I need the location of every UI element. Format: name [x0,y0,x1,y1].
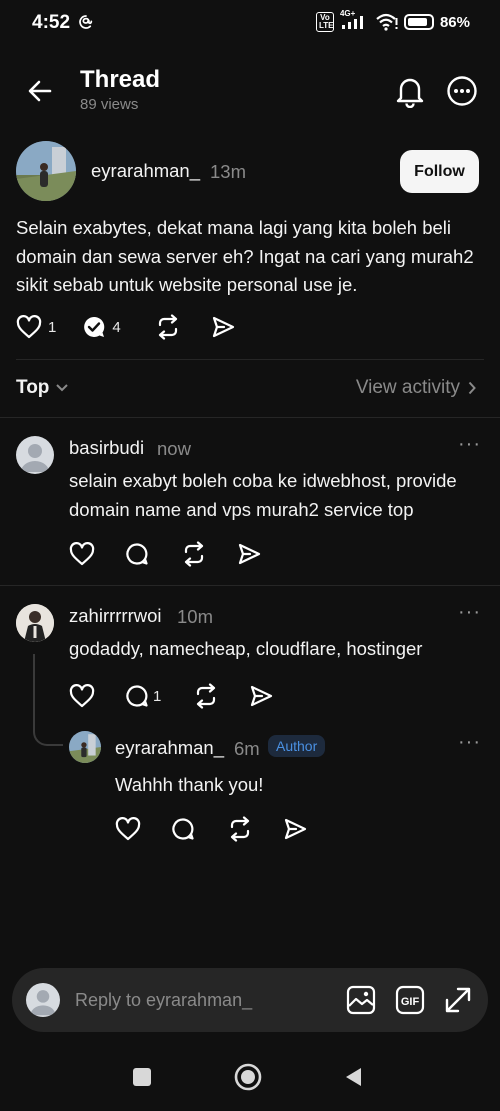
heart-icon[interactable] [69,542,95,566]
reply-bubble-icon [126,685,148,707]
reply-avatar[interactable] [69,731,101,763]
comment-text: godaddy, namecheap, cloudflare, hostinge… [69,638,423,659]
heart-icon[interactable] [69,684,95,708]
bell-icon[interactable] [394,74,426,108]
my-avatar [26,983,60,1017]
comment-avatar[interactable] [16,604,54,642]
page-title: Thread [80,66,161,93]
like-button[interactable]: 1 [16,315,56,339]
image-icon[interactable] [346,985,376,1015]
post-text: Selain exabytes, dekat mana lagi yang ki… [16,217,474,295]
comment-actions: 1 [69,683,273,709]
comment-time: now [157,438,191,459]
back-arrow-icon[interactable] [27,78,53,104]
reply-bubble-icon[interactable] [171,817,195,841]
home-icon[interactable] [234,1063,262,1091]
reply-more-icon[interactable]: ··· [458,731,481,754]
reply-input[interactable]: Reply to eyrarahman_ [75,990,252,1011]
comment-more-icon[interactable]: ··· [458,433,481,456]
comment-actions [69,541,261,567]
like-count: 1 [48,318,57,336]
share-icon[interactable] [283,817,307,841]
repost-icon[interactable] [155,314,181,340]
comment-text: selain exabyt boleh coba ke idwebhost, p… [69,470,457,520]
back-icon[interactable] [344,1067,362,1087]
signal-icon: 4G+ [340,9,370,31]
status-right: Vo LTE 4G+ 86% [315,9,470,32]
status-time: 4:52 [32,12,71,33]
divider [0,417,500,418]
gif-icon[interactable]: GIF [395,985,425,1015]
more-options-icon[interactable] [446,75,478,107]
repost-icon[interactable] [181,541,207,567]
reply-text: Wahhh thank you! [115,774,264,795]
reply-actions [115,816,307,842]
divider [0,585,500,586]
sort-label: Top [16,377,50,398]
author-avatar[interactable] [16,141,76,201]
reply-bubble-icon[interactable] [125,542,149,566]
comment-username[interactable]: zahirrrrrwoi [69,605,162,627]
heart-icon [16,315,42,339]
chevron-right-icon [468,381,476,395]
reply-time: 6m [234,738,260,759]
system-nav-bar [0,1040,500,1111]
battery-icon [403,14,434,30]
author-badge: Author [268,735,326,757]
view-activity-label: View activity [355,377,460,398]
battery-percent: 86% [439,13,470,31]
volte-icon: Vo LTE [315,12,334,32]
post-actions: 1 4 [16,314,235,340]
comment-username[interactable]: basirbudi [69,437,144,459]
comment-time: 10m [177,606,213,627]
repost-icon[interactable] [227,816,253,842]
reply-count: 4 [112,318,121,336]
chevron-down-icon [56,384,69,392]
post-username[interactable]: eyrarahman_ [91,160,200,182]
expand-icon[interactable] [443,985,473,1015]
svg-text:GIF: GIF [401,996,420,1008]
status-bar: 4:52 Vo LTE 4G+ 86% [0,0,500,48]
threads-notification-icon [79,15,93,29]
comment-more-icon[interactable]: ··· [458,601,481,624]
share-icon[interactable] [249,684,273,708]
share-icon[interactable] [237,542,261,566]
replied-bubble-icon [84,316,105,337]
reply-count: 1 [153,687,162,705]
follow-button[interactable]: Follow [400,150,479,193]
view-activity-link[interactable]: View activity [356,377,476,399]
reply-count-button[interactable]: 4 [82,315,121,339]
reply-username[interactable]: eyrarahman_ [115,737,224,759]
comment-avatar[interactable] [16,436,54,474]
reply-count-button[interactable]: 1 [125,684,161,708]
post-time: 13m [210,161,246,182]
thread-line [33,654,63,746]
repost-icon[interactable] [193,683,219,709]
recents-icon[interactable] [133,1068,151,1086]
wifi-icon [376,13,398,31]
sort-dropdown[interactable]: Top [16,377,69,399]
share-icon[interactable] [211,315,235,339]
heart-icon[interactable] [115,817,141,841]
views-count: 89 views [80,96,139,113]
divider [16,359,484,360]
